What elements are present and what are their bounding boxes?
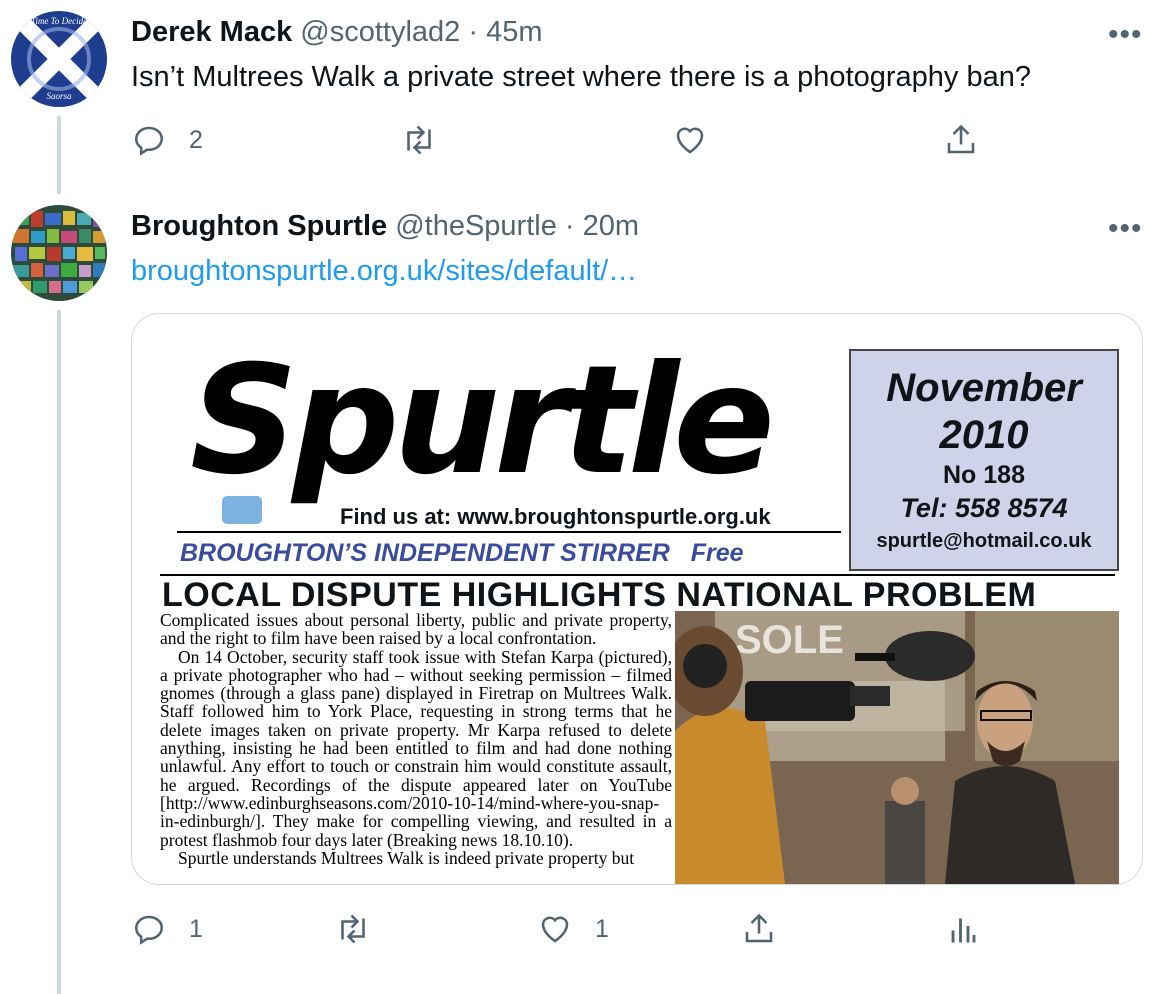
masthead: Spurtle [190, 334, 775, 508]
retweet-button[interactable] [401, 122, 459, 158]
tweet-link[interactable]: broughtonspurtle.org.uk/sites/default/… [131, 255, 637, 288]
issue-box: November 2010 No 188 Tel: 558 8574 spurt… [849, 349, 1119, 571]
article-body: Complicated issues about personal libert… [160, 611, 672, 867]
reply-count: 2 [189, 125, 203, 154]
issue-number: No 188 [943, 461, 1025, 489]
avatar-text-bottom: Saorsa [46, 91, 72, 101]
reply-button[interactable]: 2 [131, 122, 203, 158]
like-count: 1 [595, 914, 609, 943]
reply-count: 1 [189, 914, 203, 943]
thread-line [57, 310, 61, 994]
twitter-logo-icon [222, 496, 262, 524]
share-icon [745, 913, 773, 943]
article-paragraph: Spurtle understands Multrees Walk is ind… [178, 847, 635, 868]
media-card[interactable]: Spurtle Find us at: www.broughtonspurtle… [131, 313, 1143, 885]
timestamp[interactable]: · 45m [468, 16, 542, 48]
avatar-text-top: Time To Decide [31, 16, 87, 26]
tweet-header: Derek Mack @scottylad2 · 45m [131, 16, 543, 49]
reply-button[interactable]: 1 [131, 911, 203, 947]
divider [177, 531, 841, 533]
avatar[interactable]: Time To Decide Saorsa [11, 11, 107, 107]
tagline-text: BROUGHTON’S INDEPENDENT STIRRER [180, 539, 670, 567]
more-icon[interactable]: ••• [1108, 20, 1143, 50]
analytics-button[interactable] [944, 911, 980, 947]
analytics-icon [951, 918, 976, 943]
free-label: Free [690, 539, 744, 567]
like-icon [676, 127, 704, 154]
tweet-header: Broughton Spurtle @theSpurtle · 20m [131, 210, 639, 243]
issue-year: 2010 [939, 413, 1029, 457]
display-name[interactable]: Derek Mack [131, 16, 292, 48]
retweet-icon [341, 914, 365, 944]
tagline: BROUGHTON’S INDEPENDENT STIRRER Free [180, 539, 744, 568]
share-button[interactable] [741, 911, 777, 947]
reply-icon [134, 126, 164, 156]
issue-email: spurtle@hotmail.co.uk [876, 530, 1092, 552]
timestamp[interactable]: · 20m [565, 210, 639, 242]
more-icon[interactable]: ••• [1108, 214, 1143, 244]
article-paragraph: Complicated issues about personal libert… [160, 610, 672, 649]
avatar[interactable] [11, 205, 107, 301]
like-icon [541, 916, 569, 943]
issue-month: November [886, 366, 1082, 410]
issue-tel: Tel: 558 8574 [900, 493, 1068, 523]
share-button[interactable] [943, 122, 979, 158]
handle[interactable]: @scottylad2 [300, 16, 460, 48]
thread-line [57, 116, 61, 194]
retweet-icon [407, 125, 431, 155]
share-icon [947, 124, 975, 154]
photo-sign-text: SOLE [735, 618, 844, 662]
article-photo: SOLE [675, 611, 1119, 884]
display-name[interactable]: Broughton Spurtle [131, 210, 387, 242]
like-button[interactable] [672, 122, 730, 158]
handle[interactable]: @theSpurtle [395, 210, 557, 242]
like-button[interactable]: 1 [537, 911, 609, 947]
reply-icon [134, 915, 164, 945]
find-us-text: Find us at: www.broughtonspurtle.org.uk [340, 504, 771, 529]
retweet-button[interactable] [335, 911, 393, 947]
article-paragraph: On 14 October, security staff took issue… [160, 646, 672, 850]
tweet-text: Isn’t Multrees Walk a private street whe… [131, 61, 1031, 93]
